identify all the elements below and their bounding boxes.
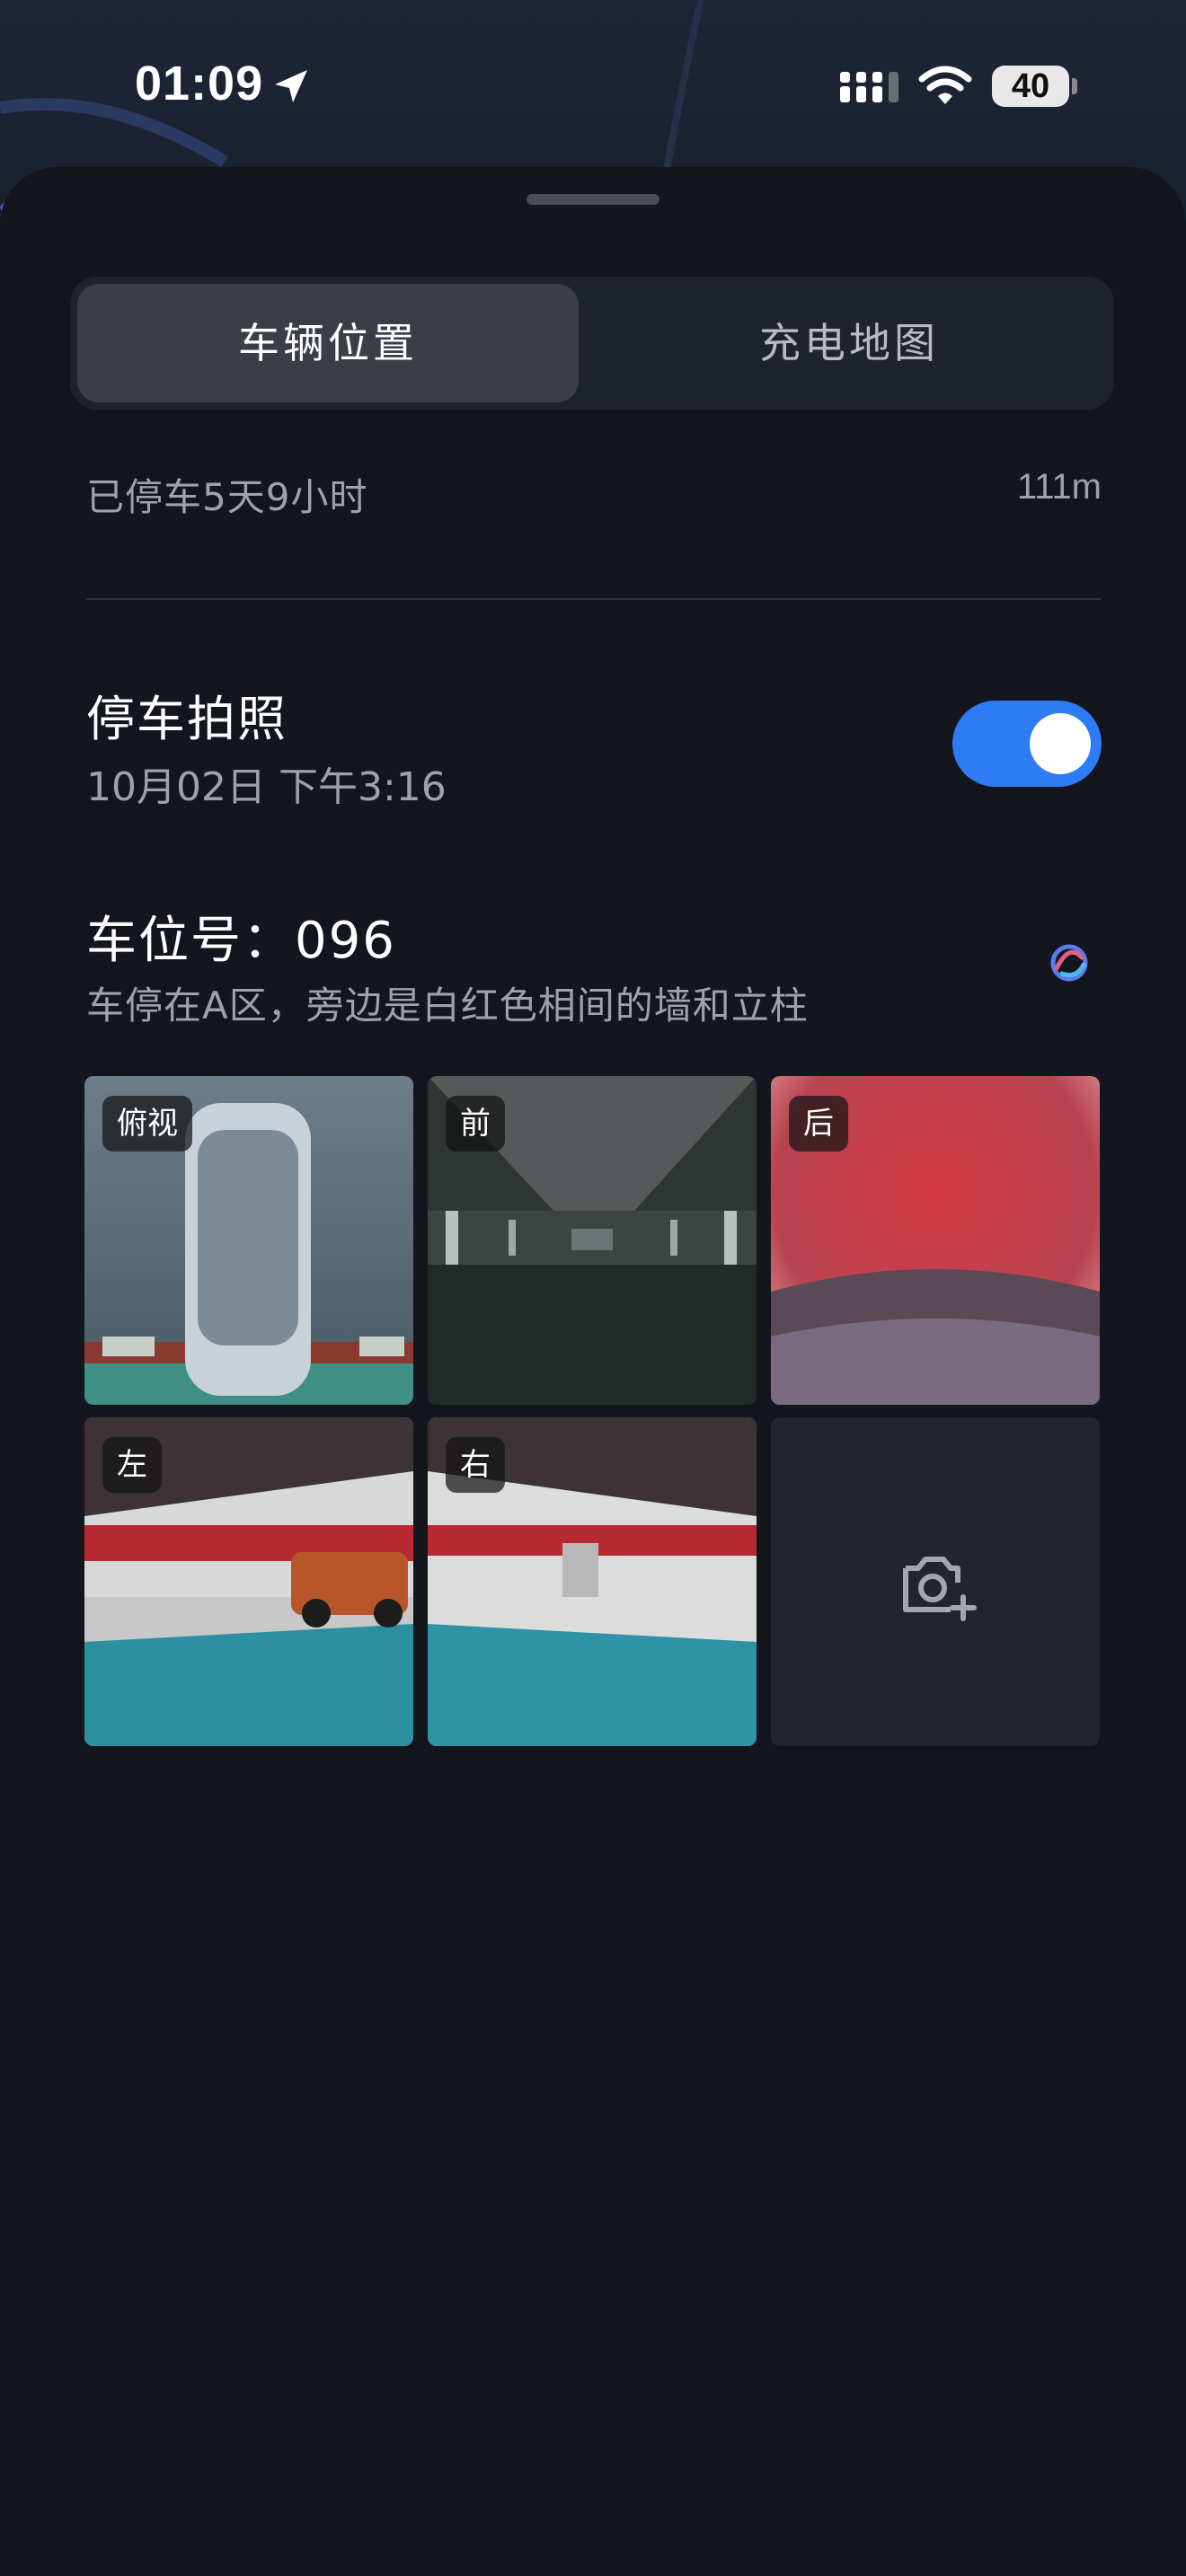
photo-left[interactable]: 左 — [84, 1417, 413, 1746]
photo-top-down[interactable]: 俯视 — [84, 1076, 413, 1405]
sheet-drag-handle[interactable] — [527, 194, 659, 205]
signal-icon — [840, 68, 899, 108]
battery-cap — [1072, 78, 1077, 94]
photo-rear[interactable]: 后 — [771, 1076, 1100, 1405]
parking-photo-timestamp: 10月02日 下午3:16 — [86, 764, 447, 810]
divider — [86, 598, 1102, 600]
photo-label: 左 — [102, 1437, 162, 1493]
wifi-icon — [918, 65, 972, 110]
status-bar: 01:09 40 — [0, 0, 1186, 171]
parking-duration-row: 已停车5天9小时 111m — [86, 467, 1102, 522]
photo-label: 后 — [789, 1096, 848, 1151]
photo-right[interactable]: 右 — [428, 1417, 757, 1746]
parking-spot-number: 车位号：096 — [86, 912, 396, 970]
vehicle-sheet: 车辆位置 充电地图 已停车5天9小时 111m 停车拍照 10月02日 下午3:… — [0, 167, 1186, 2576]
camera-add-icon — [898, 1550, 979, 1626]
parking-photo-title: 停车拍照 — [86, 691, 288, 747]
parking-spot-description: 车停在A区，旁边是白红色相间的墙和立柱 — [86, 984, 809, 1028]
toggle-knob — [1030, 713, 1091, 774]
parking-duration: 已停车5天9小时 — [86, 475, 368, 519]
parking-distance: 111m — [1016, 467, 1102, 507]
photo-label: 前 — [446, 1096, 505, 1151]
tab-charging-map[interactable]: 充电地图 — [598, 284, 1100, 402]
photo-front[interactable]: 前 — [428, 1076, 757, 1405]
status-time: 01:09 — [135, 57, 264, 110]
ai-assistant-icon[interactable] — [1044, 938, 1094, 992]
photo-label: 右 — [446, 1437, 505, 1493]
photo-label: 俯视 — [102, 1096, 192, 1151]
battery-icon: 40 — [992, 66, 1069, 107]
tab-bar: 车辆位置 充电地图 — [70, 277, 1114, 410]
add-photo-button[interactable] — [771, 1417, 1100, 1746]
parking-photo-toggle[interactable] — [952, 701, 1102, 787]
tab-vehicle-location[interactable]: 车辆位置 — [77, 284, 579, 402]
location-arrow-icon — [270, 65, 313, 111]
